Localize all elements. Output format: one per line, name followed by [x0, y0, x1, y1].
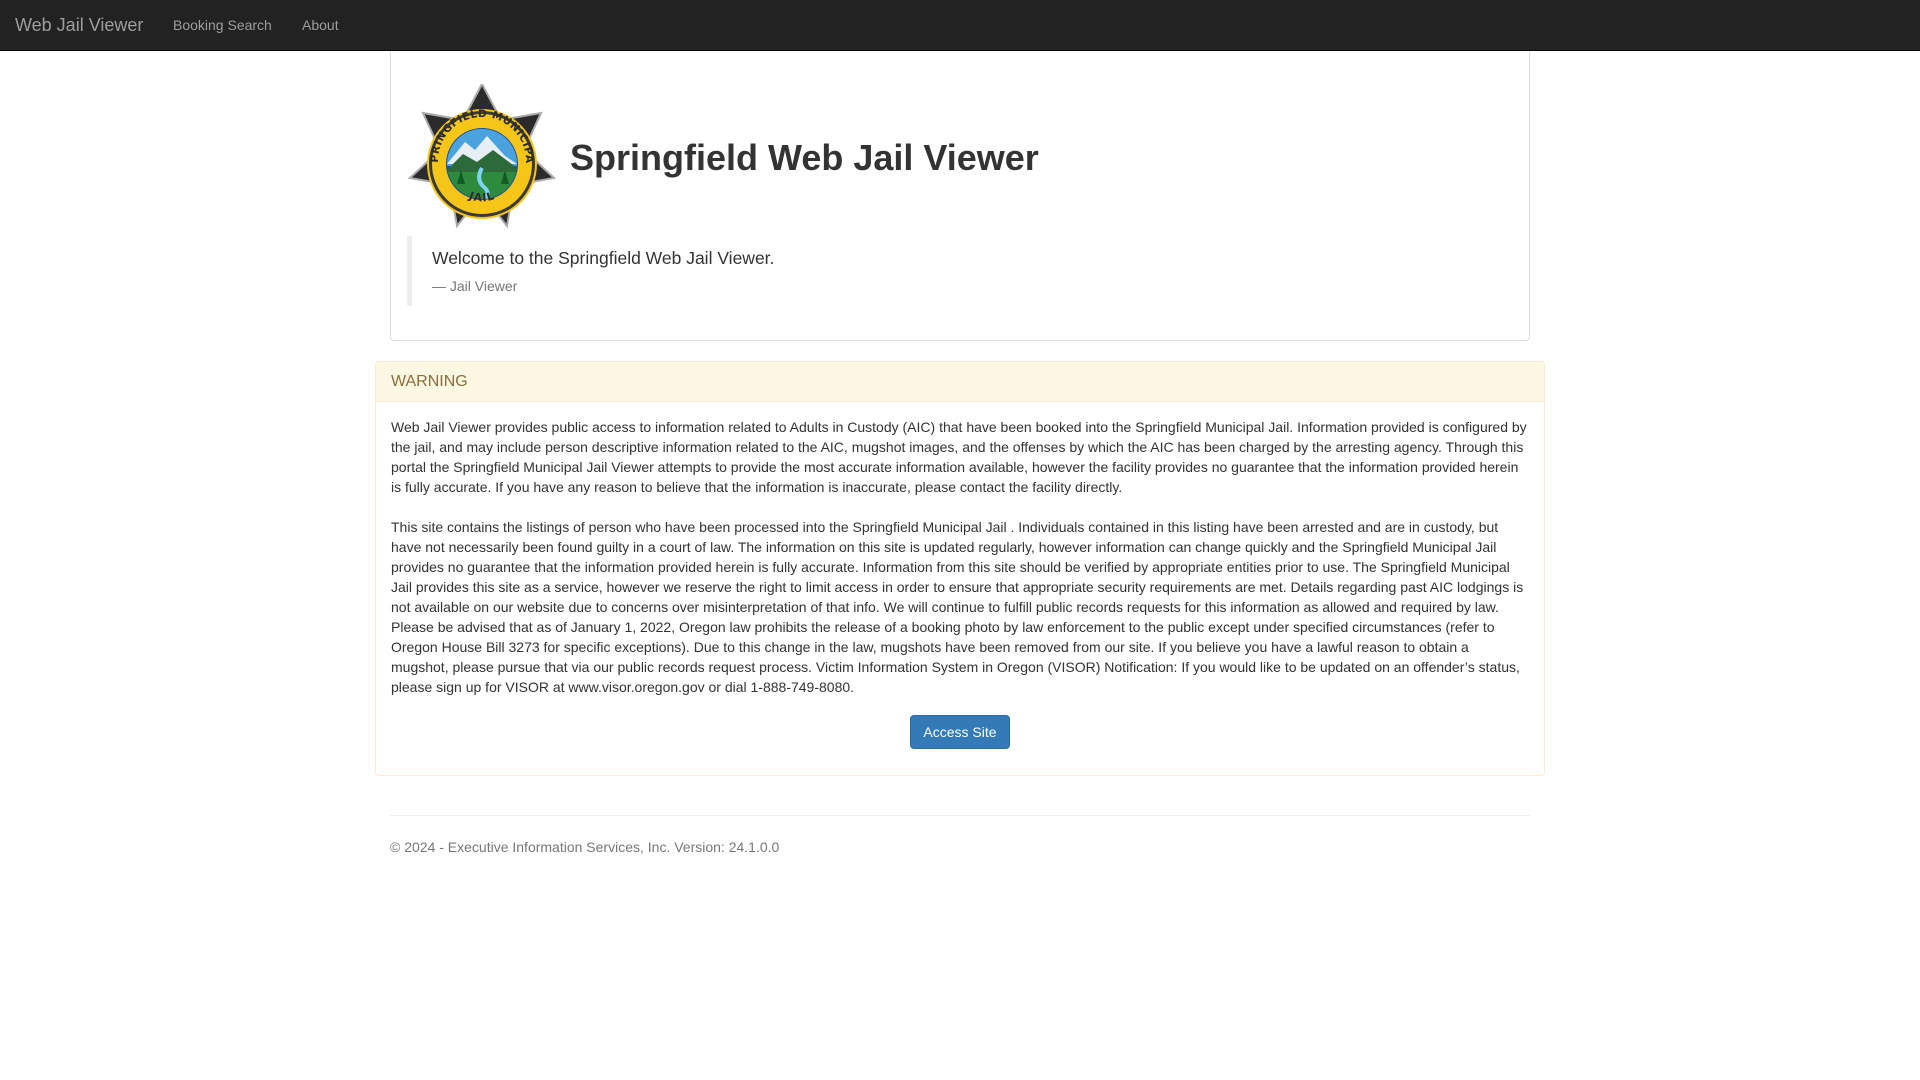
warning-paragraph-2: This site contains the listings of perso…: [391, 519, 1524, 695]
access-site-button[interactable]: Access Site: [910, 715, 1010, 749]
page-title: Springfield Web Jail Viewer: [570, 137, 1039, 178]
springfield-jail-seal-logo: SPRINGFIELD MUNICIPAL JAIL: [405, 84, 557, 229]
welcome-blockquote: Welcome to the Springfield Web Jail View…: [407, 236, 1515, 306]
warning-paragraph-1: Web Jail Viewer provides public access t…: [391, 419, 1527, 495]
warning-body: Web Jail Viewer provides public access t…: [376, 402, 1544, 749]
top-navbar: Web Jail Viewer Booking Search About: [0, 0, 1920, 51]
warning-heading: WARNING: [376, 362, 1544, 402]
nav-about[interactable]: About: [302, 0, 339, 50]
quote-source: — Jail Viewer: [432, 278, 518, 294]
warning-panel: WARNING Web Jail Viewer provides public …: [375, 361, 1545, 776]
footer-copyright: © 2024 - Executive Information Services,…: [390, 839, 780, 855]
navbar-brand[interactable]: Web Jail Viewer: [15, 0, 143, 50]
nav-booking-search[interactable]: Booking Search: [173, 0, 272, 50]
welcome-text: Welcome to the Springfield Web Jail View…: [432, 248, 775, 268]
header-jumbotron: SPRINGFIELD MUNICIPAL JAIL Springfield W…: [390, 51, 1530, 341]
footer-divider: [390, 815, 1530, 816]
